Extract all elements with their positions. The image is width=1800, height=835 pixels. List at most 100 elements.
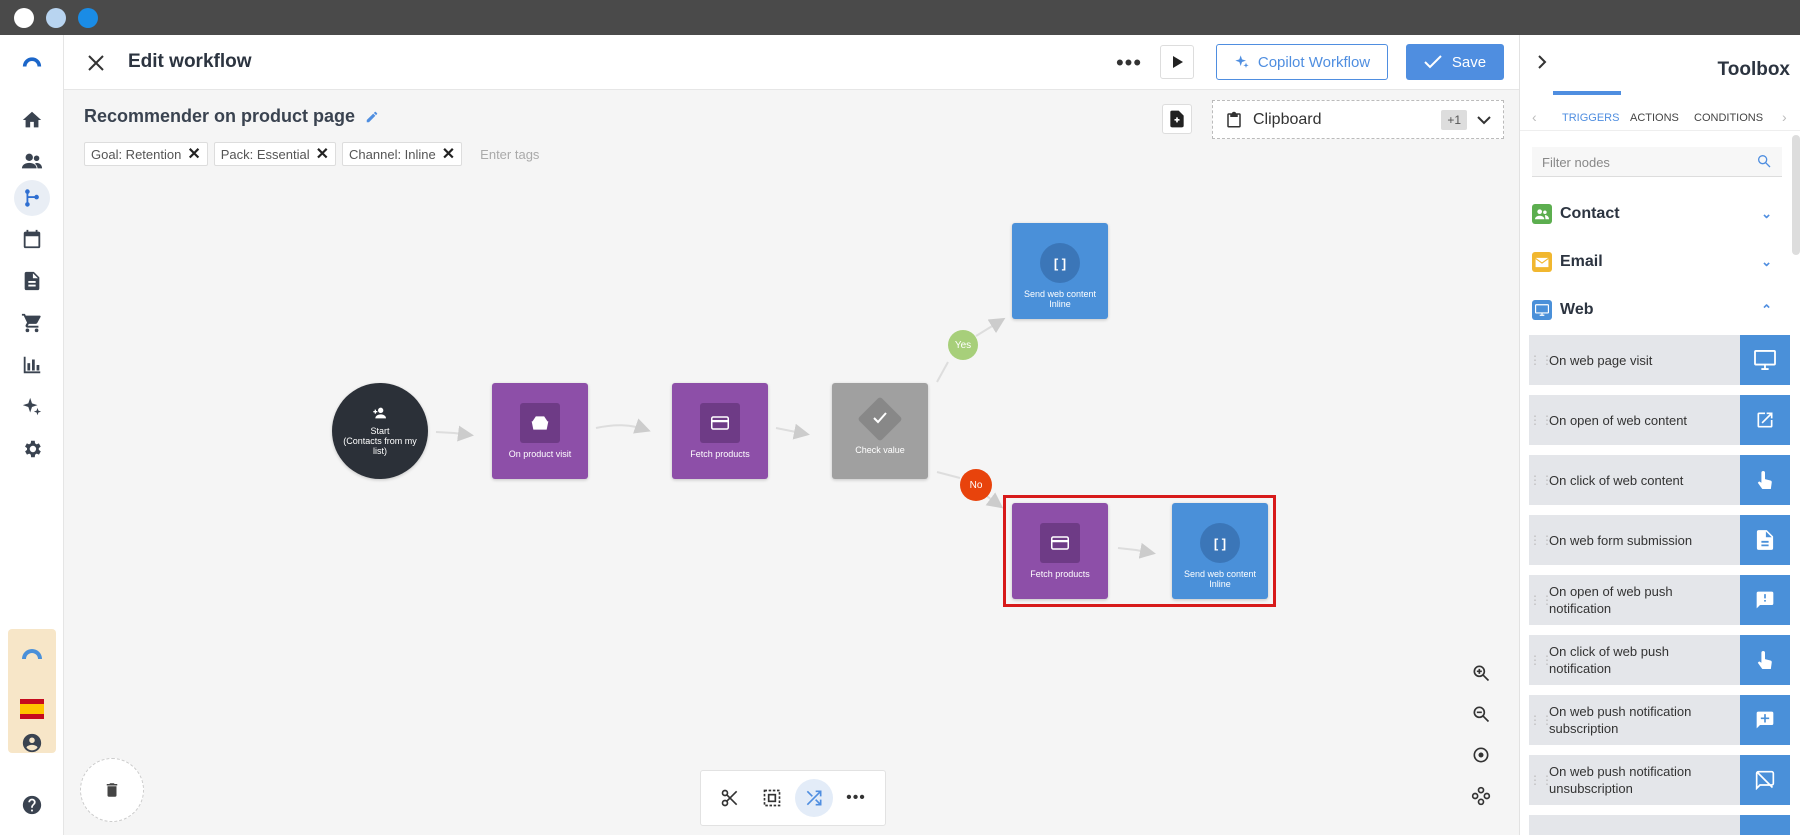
drag-handle-icon[interactable]: ⋮⋮ xyxy=(1529,713,1553,727)
close-icon[interactable] xyxy=(84,51,108,75)
drag-handle-icon[interactable]: ⋮⋮ xyxy=(1529,593,1553,607)
window-close-dot[interactable] xyxy=(14,8,34,28)
chevron-right-icon[interactable]: › xyxy=(1782,109,1787,125)
center-view-icon[interactable] xyxy=(1463,737,1499,773)
window-titlebar xyxy=(0,0,1800,35)
connector xyxy=(936,471,961,479)
test-run-button[interactable] xyxy=(1160,45,1194,79)
category-email[interactable]: Email ⌄ xyxy=(1532,247,1782,277)
toolbox-item-label: On web form submission xyxy=(1549,532,1693,548)
web-content-brackets-icon: [ ] xyxy=(1200,523,1240,563)
workflows-icon[interactable] xyxy=(14,180,50,216)
toolbox-item[interactable]: ⋮⋮ On web push notification unsubscripti… xyxy=(1529,755,1790,805)
chevron-left-icon[interactable]: ‹ xyxy=(1532,109,1537,125)
category-label: Web xyxy=(1560,301,1594,318)
toolbox-item[interactable]: ⋮⋮ xyxy=(1529,815,1790,835)
add-contacts-icon xyxy=(373,407,386,419)
toolbox-item[interactable]: ⋮⋮ On open of web content xyxy=(1529,395,1790,445)
save-label: Save xyxy=(1451,53,1487,71)
spain-flag-icon xyxy=(20,699,44,719)
brevo-logo-icon xyxy=(22,649,42,659)
zoom-out-icon[interactable] xyxy=(1463,696,1499,732)
start-node-label: list) xyxy=(373,446,387,456)
node-send-web-content-no[interactable]: [ ] Send web content Inline xyxy=(1172,503,1268,599)
monitor-icon xyxy=(1740,335,1790,385)
toolbox-item[interactable]: ⋮⋮ On web push notification subscription xyxy=(1529,695,1790,745)
window-minimize-dot[interactable] xyxy=(46,8,66,28)
tab-conditions[interactable]: CONDITIONS xyxy=(1694,112,1763,124)
node-fetch-products-2[interactable]: Fetch products xyxy=(1012,503,1108,599)
drag-handle-icon[interactable]: ⋮⋮ xyxy=(1529,473,1553,487)
node-label: Check value xyxy=(855,445,905,455)
toolbox-item[interactable]: ⋮⋮ On web form submission xyxy=(1529,515,1790,565)
start-node[interactable]: Start (Contacts from my list) xyxy=(332,383,428,479)
toolbox-item-label: On web push notification unsubscription xyxy=(1549,764,1692,796)
zoom-in-icon[interactable] xyxy=(1463,655,1499,691)
filter-nodes-input[interactable]: Filter nodes xyxy=(1532,147,1782,177)
toolbox-item[interactable]: ⋮⋮ On web page visit xyxy=(1529,335,1790,385)
card-icon xyxy=(700,403,740,443)
node-on-product-visit[interactable]: On product visit xyxy=(492,383,588,479)
node-check-value[interactable]: Check value xyxy=(832,383,928,479)
category-label: Contact xyxy=(1560,205,1620,222)
toolbox-item[interactable]: ⋮⋮ On click of web content xyxy=(1529,455,1790,505)
connector xyxy=(435,425,474,442)
category-label: Email xyxy=(1560,253,1603,270)
calendar-icon[interactable] xyxy=(14,221,50,257)
category-contact[interactable]: Contact ⌄ xyxy=(1532,199,1782,229)
drag-handle-icon[interactable]: ⋮⋮ xyxy=(1529,653,1553,667)
category-web[interactable]: Web ⌃ xyxy=(1532,295,1782,325)
toolbox-item[interactable]: ⋮⋮ On click of web push notification xyxy=(1529,635,1790,685)
drag-handle-icon[interactable]: ⋮⋮ xyxy=(1529,533,1553,547)
settings-gear-icon[interactable] xyxy=(14,431,50,467)
active-tab-indicator xyxy=(1553,91,1621,95)
window-zoom-dot[interactable] xyxy=(78,8,98,28)
open-external-icon xyxy=(1740,395,1790,445)
toolbox-item-label: On web push notification subscription xyxy=(1549,704,1692,736)
sparkle-icon[interactable] xyxy=(14,389,50,425)
user-account-icon[interactable] xyxy=(14,725,50,761)
cut-icon[interactable] xyxy=(711,779,749,817)
node-label: Send web content xyxy=(1023,289,1097,299)
card-icon xyxy=(1040,523,1080,563)
toolbox-title: Toolbox xyxy=(1717,59,1790,80)
email-icon xyxy=(1532,252,1552,272)
shuffle-icon[interactable] xyxy=(795,779,833,817)
node-send-web-content-yes[interactable]: [ ] Send web content Inline xyxy=(1012,223,1108,319)
toolbox-item-label: On web page visit xyxy=(1549,352,1653,368)
select-area-icon[interactable] xyxy=(753,779,791,817)
drag-handle-icon[interactable]: ⋮⋮ xyxy=(1529,773,1553,787)
connector xyxy=(975,317,1006,337)
home-icon[interactable] xyxy=(14,102,50,138)
notification-icon xyxy=(1740,575,1790,625)
analytics-icon[interactable] xyxy=(14,347,50,383)
form-document-icon xyxy=(1740,515,1790,565)
drag-handle-icon[interactable]: ⋮⋮ xyxy=(1529,353,1553,367)
web-content-brackets-icon: [ ] xyxy=(1040,243,1080,283)
auto-layout-icon[interactable] xyxy=(1463,778,1499,814)
tab-triggers[interactable]: TRIGGERS xyxy=(1562,112,1619,124)
contacts-icon[interactable] xyxy=(14,143,50,179)
workflow-connectors xyxy=(435,317,1156,559)
more-options-icon[interactable]: ••• xyxy=(837,779,875,817)
help-icon[interactable] xyxy=(14,787,50,823)
drag-handle-icon[interactable]: ⋮⋮ xyxy=(1529,413,1553,427)
node-label: On product visit xyxy=(508,449,572,459)
more-options-icon[interactable]: ••• xyxy=(1114,49,1144,77)
toolbox-scrollbar[interactable] xyxy=(1792,135,1800,255)
document-icon[interactable] xyxy=(14,263,50,299)
save-button[interactable]: Save xyxy=(1406,44,1504,80)
node-fetch-products[interactable]: Fetch products xyxy=(672,383,768,479)
toolbox-item[interactable]: ⋮⋮ On open of web push notification xyxy=(1529,575,1790,625)
copilot-workflow-button[interactable]: Copilot Workflow xyxy=(1216,44,1388,80)
app-logo-icon[interactable] xyxy=(14,43,50,79)
tab-actions[interactable]: ACTIONS xyxy=(1630,112,1679,124)
unsubscribe-icon xyxy=(1740,755,1790,805)
workflow-canvas[interactable]: Recommender on product page Goal: Retent… xyxy=(64,90,1519,835)
contacts-icon xyxy=(1532,204,1552,224)
left-nav xyxy=(0,35,64,835)
start-node-label: Start xyxy=(370,426,390,436)
cart-icon[interactable] xyxy=(14,305,50,341)
delete-dropzone[interactable] xyxy=(80,758,144,822)
collapse-panel-icon[interactable] xyxy=(1536,53,1548,74)
